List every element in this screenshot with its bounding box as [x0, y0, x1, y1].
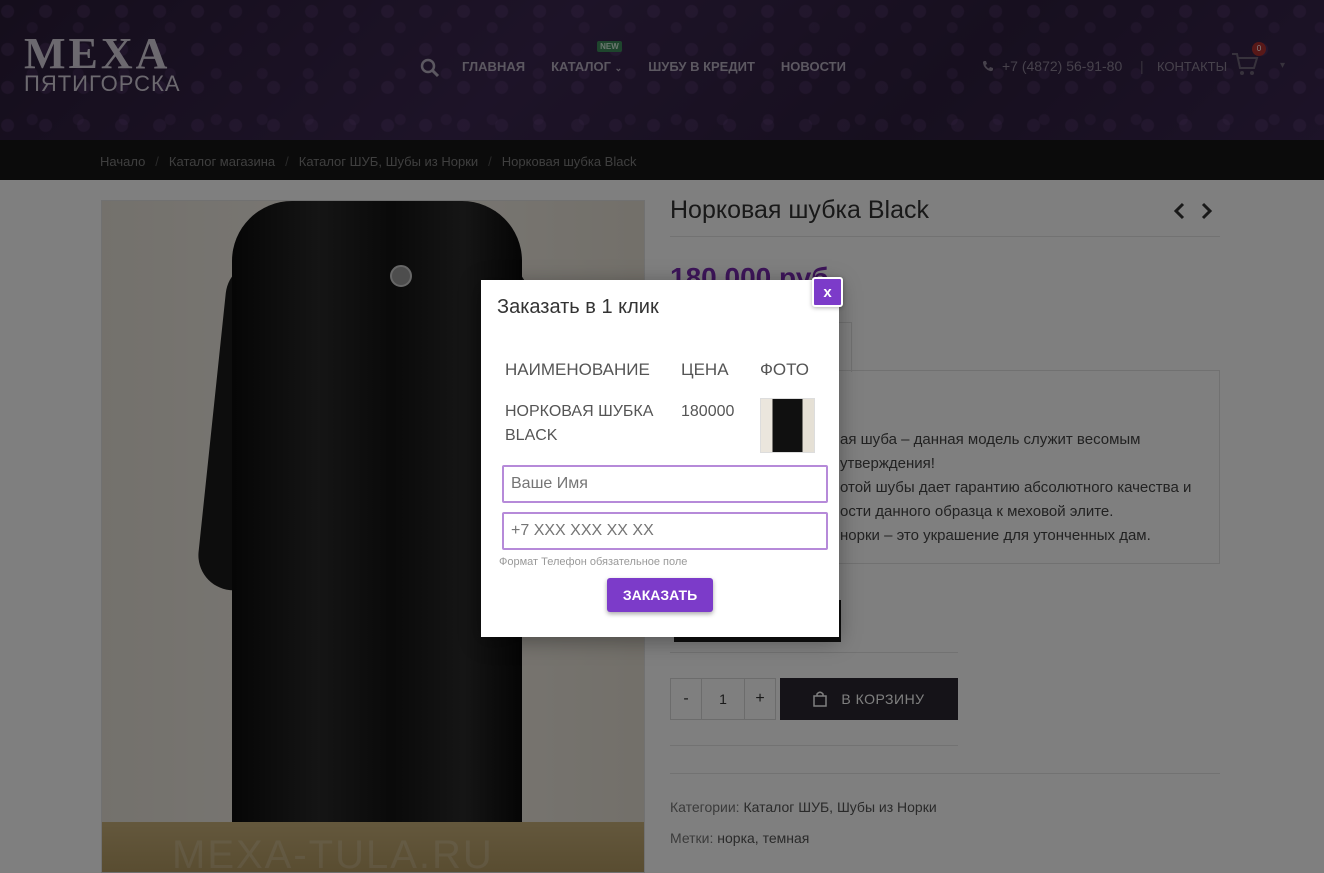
modal-title: Заказать в 1 клик: [497, 296, 659, 318]
phone-hint: Формат Телефон обязательное поле: [499, 556, 688, 568]
column-header-name: НАИМЕНОВАНИЕ: [505, 360, 650, 379]
item-price: 180000: [681, 403, 735, 420]
phone-input[interactable]: [502, 512, 828, 550]
item-name-line: BLACK: [505, 427, 558, 444]
column-header-photo: ФОТО: [760, 360, 809, 379]
quick-order-modal: Заказать в 1 клик x НАИМЕНОВАНИЕ ЦЕНА ФО…: [481, 277, 843, 637]
close-button[interactable]: x: [812, 277, 843, 307]
column-header-price: ЦЕНА: [681, 360, 729, 379]
order-submit-button[interactable]: ЗАКАЗАТЬ: [607, 578, 713, 612]
item-name: НОРКОВАЯ ШУБКА BLACK: [505, 400, 653, 448]
item-photo: [760, 398, 815, 453]
item-name-line: НОРКОВАЯ ШУБКА: [505, 403, 654, 420]
name-input[interactable]: [502, 465, 828, 503]
